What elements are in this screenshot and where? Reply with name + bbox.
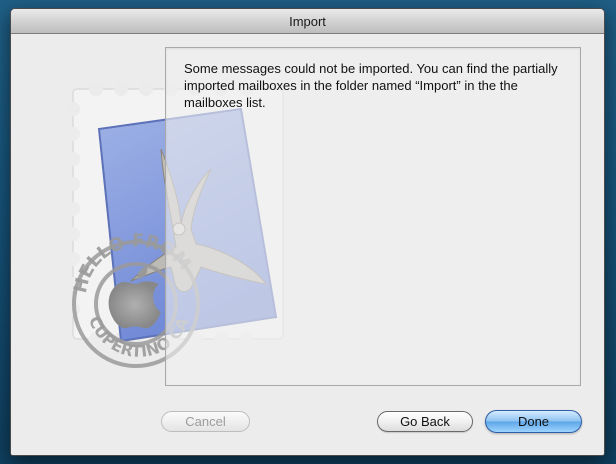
dialog-content: HELLO FROM CUPERTINO CA Some messages co… [11,34,604,455]
window-title: Import [289,13,326,29]
title-bar[interactable]: Import [11,9,604,34]
import-window: Import HELLO FR CUPERTINO Some messages … [10,8,605,456]
message-text: Some messages could not be imported. You… [184,61,558,110]
message-panel: Some messages could not be imported. You… [165,47,581,386]
go-back-button[interactable]: Go Back [377,411,473,432]
done-button[interactable]: Done [485,410,582,433]
cancel-button[interactable]: Cancel [161,411,250,432]
